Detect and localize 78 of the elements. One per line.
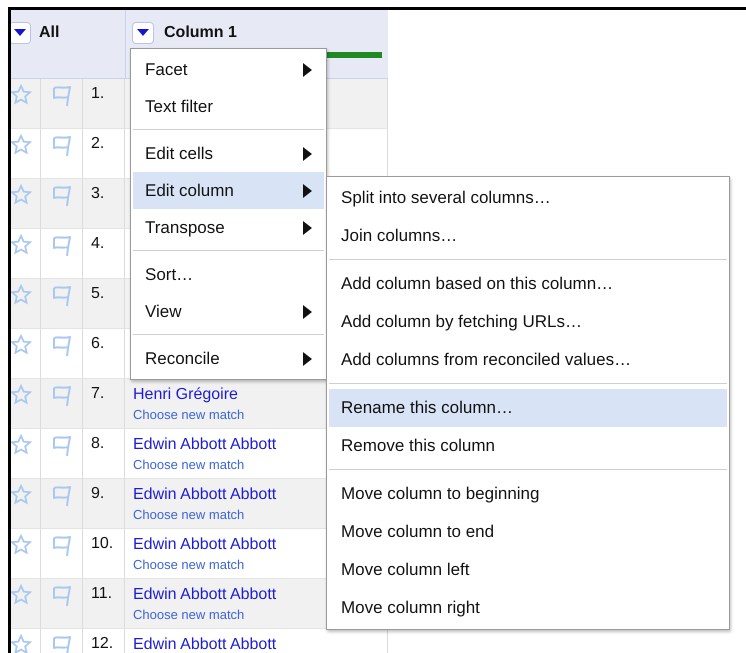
column-header-label: All [39,23,60,43]
choose-match-link[interactable]: Choose new match [133,604,244,626]
menu-item[interactable]: Join columns… [329,217,727,255]
row-number: 7. [91,385,104,402]
row-number: 12. [91,635,114,652]
flag-icon[interactable] [50,234,72,258]
row-number: 8. [91,435,104,452]
star-icon[interactable] [11,184,32,206]
menu-item[interactable]: Edit cells [133,135,324,172]
matched-entity-link[interactable]: Edwin Abbott Abbott [133,435,276,454]
submenu-arrow-icon [303,62,312,76]
menu-item[interactable]: Remove this column [329,427,727,465]
flag-icon[interactable] [50,484,72,508]
submenu-arrow-icon [303,304,312,318]
column-header-label: Column 1 [164,23,237,43]
flag-icon[interactable] [50,434,72,458]
menu-item[interactable]: Text filter [133,88,324,125]
dropdown-button[interactable] [11,22,31,44]
flag-icon[interactable] [50,534,72,558]
star-icon[interactable] [11,484,32,506]
submenu-arrow-icon [303,146,312,160]
submenu-arrow-icon [303,184,312,198]
flag-icon[interactable] [50,634,72,653]
star-icon[interactable] [11,384,32,406]
star-icon[interactable] [11,534,32,556]
row-number: 11. [91,585,112,602]
menu-item[interactable]: Reconcile [133,340,324,377]
submenu-arrow-icon [303,220,312,234]
row-number: 1. [91,85,104,102]
flag-icon[interactable] [50,184,72,208]
row-number: 10. [91,535,114,552]
star-icon[interactable] [11,634,32,653]
menu-item[interactable]: Move column left [329,551,727,589]
matched-entity-link[interactable]: Edwin Abbott Abbott [133,635,276,653]
dropdown-button[interactable] [132,22,154,44]
submenu-arrow-icon [303,352,312,366]
menu-item[interactable]: Transpose [133,209,324,246]
matched-entity-link[interactable]: Henri Grégoire [133,385,238,404]
flag-icon[interactable] [50,584,72,608]
flag-icon[interactable] [50,284,72,308]
menu-item[interactable]: Rename this column… [329,389,727,427]
row-number: 3. [91,185,104,202]
row-number: 5. [91,285,104,302]
star-icon[interactable] [11,134,32,156]
menu-item[interactable]: Edit column [133,172,324,209]
star-icon[interactable] [11,434,32,456]
row-number: 2. [91,135,104,152]
caret-icon [14,29,26,37]
star-icon[interactable] [11,234,32,256]
caret-icon [137,29,149,37]
flag-icon[interactable] [50,384,72,408]
menu-item[interactable]: Add columns from reconciled values… [329,341,727,379]
menu-item[interactable]: Move column to beginning [329,475,727,513]
menu-item[interactable]: Move column to end [329,513,727,551]
flag-icon[interactable] [50,84,72,108]
star-icon[interactable] [11,84,32,106]
matched-entity-link[interactable]: Edwin Abbott Abbott [133,485,276,504]
star-icon[interactable] [11,284,32,306]
menu-item[interactable]: Add column by fetching URLs… [329,303,727,341]
menu-item[interactable]: Move column right [329,589,727,627]
row-number: 9. [91,485,104,502]
menu-item[interactable]: Sort… [133,256,324,293]
choose-match-link[interactable]: Choose new match [133,404,244,426]
choose-match-link[interactable]: Choose new match [133,504,244,526]
flag-icon[interactable] [50,334,72,358]
star-icon[interactable] [11,584,32,606]
choose-match-link[interactable]: Choose new match [133,454,244,476]
choose-match-link[interactable]: Choose new match [133,554,244,576]
star-icon[interactable] [11,334,32,356]
matched-entity-link[interactable]: Edwin Abbott Abbott [133,535,276,554]
flag-icon[interactable] [50,134,72,158]
menu-item[interactable]: Split into several columns… [329,179,727,217]
row-number: 6. [91,335,104,352]
matched-entity-link[interactable]: Edwin Abbott Abbott [133,585,276,604]
menu-item[interactable]: Add column based on this column… [329,265,727,303]
row-number: 4. [91,235,104,252]
menu-item[interactable]: View [133,293,324,330]
menu-item[interactable]: Facet [133,51,324,88]
